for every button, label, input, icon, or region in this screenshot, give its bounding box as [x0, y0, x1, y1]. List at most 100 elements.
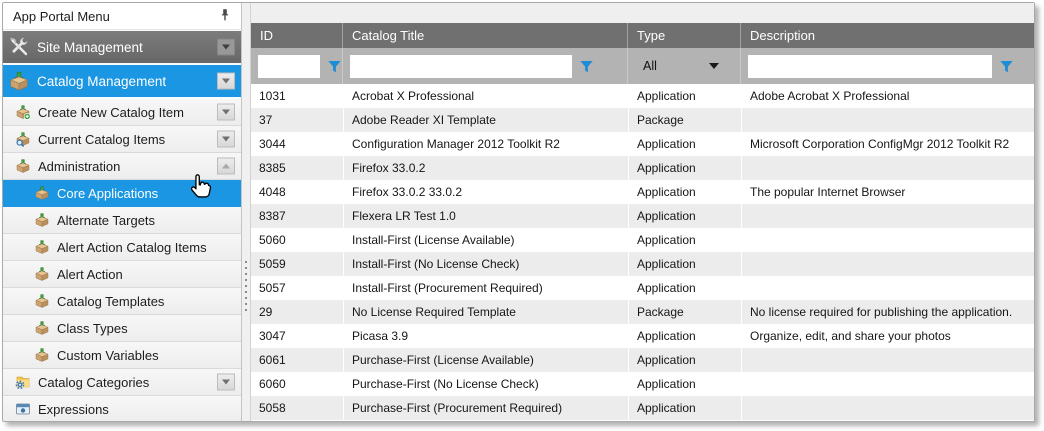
chevron-down-icon	[222, 380, 230, 389]
filter-input-id[interactable]	[258, 55, 320, 78]
cell-id: 29	[251, 300, 343, 324]
table-row[interactable]: 5059Install-First (No License Check)Appl…	[251, 252, 1034, 276]
sidebar-item-label: Catalog Templates	[57, 294, 164, 309]
column-header-type[interactable]: Type	[628, 23, 741, 48]
cell-description	[741, 228, 1034, 252]
sidebar-item-current-catalog-items[interactable]: Current Catalog Items	[3, 126, 241, 153]
box-icon	[34, 239, 50, 255]
sidebar-tree: Site Management Catalog Management Creat…	[3, 31, 241, 421]
cell-description: Microsoft Corporation ConfigMgr 2012 Too…	[741, 132, 1034, 156]
sidebar-item-alert-action-catalog-items[interactable]: Alert Action Catalog Items	[3, 234, 241, 261]
table-row[interactable]: 8385Firefox 33.0.2Application	[251, 156, 1034, 180]
filter-cell-id	[251, 48, 343, 84]
sidebar-item-label: Catalog Categories	[38, 375, 149, 390]
sidebar-item-label: Custom Variables	[57, 348, 159, 363]
cell-id: 5060	[251, 228, 343, 252]
app-portal-window: App Portal Menu Site Management Catalog …	[2, 2, 1035, 422]
expand-button[interactable]	[217, 104, 235, 121]
filter-input-title[interactable]	[350, 55, 572, 78]
cell-type: Application	[628, 84, 741, 108]
cell-description: No license required for publishing the a…	[741, 300, 1034, 324]
filter-cell-type: All	[628, 48, 741, 84]
cell-title: Install-First (No License Check)	[343, 252, 628, 276]
sidebar-item-label: Expressions	[38, 402, 109, 417]
filter-cell-description	[741, 48, 1034, 84]
cell-description: The popular Internet Browser	[741, 180, 1034, 204]
sidebar-item-class-types[interactable]: Class Types	[3, 315, 241, 342]
catalog-box-icon	[8, 70, 30, 92]
window-icon	[15, 401, 31, 417]
table-row[interactable]: 5058Purchase-First (Procurement Required…	[251, 396, 1034, 420]
sidebar-item-label: Alternate Targets	[57, 213, 155, 228]
table-row[interactable]: 1031Acrobat X ProfessionalApplicationAdo…	[251, 84, 1034, 108]
tools-icon	[8, 36, 30, 58]
cell-id: 1031	[251, 84, 343, 108]
column-header-title[interactable]: Catalog Title	[343, 23, 628, 48]
cell-id: 8385	[251, 156, 343, 180]
type-filter-value: All	[643, 59, 657, 73]
cell-description: Organize, edit, and share your photos	[741, 324, 1034, 348]
box-icon	[34, 185, 50, 201]
pin-icon[interactable]	[218, 8, 232, 25]
sidebar-item-alert-action[interactable]: Alert Action	[3, 261, 241, 288]
chevron-down-icon	[222, 79, 230, 88]
table-row[interactable]: 29No License Required TemplatePackageNo …	[251, 300, 1034, 324]
sidebar-item-expressions[interactable]: Expressions	[3, 396, 241, 422]
filter-funnel-button-title[interactable]	[579, 59, 594, 74]
cell-title: Purchase-First (License Available)	[343, 348, 628, 372]
table-row[interactable]: 3047Picasa 3.9ApplicationOrganize, edit,…	[251, 324, 1034, 348]
sidebar-item-catalog-categories[interactable]: Catalog Categories	[3, 369, 241, 396]
table-row[interactable]: 37Adobe Reader XI TemplatePackage	[251, 108, 1034, 132]
sidebar-item-label: Administration	[38, 159, 120, 174]
table-row[interactable]: 5057Install-First (Procurement Required)…	[251, 276, 1034, 300]
table-row[interactable]: 4048Firefox 33.0.2 33.0.2ApplicationThe …	[251, 180, 1034, 204]
sidebar-item-core-applications[interactable]: Core Applications	[3, 180, 241, 207]
sidebar-item-alternate-targets[interactable]: Alternate Targets	[3, 207, 241, 234]
sidebar-header: App Portal Menu	[3, 3, 241, 30]
table-row[interactable]: 5060Install-First (License Available)App…	[251, 228, 1034, 252]
sidebar-splitter[interactable]	[241, 3, 250, 421]
cell-type: Application	[628, 276, 741, 300]
type-filter-dropdown[interactable]: All	[635, 55, 727, 78]
expand-button[interactable]	[217, 39, 235, 56]
cell-type: Application	[628, 252, 741, 276]
table-row[interactable]: 6060Purchase-First (No License Check)App…	[251, 372, 1034, 396]
sidebar-item-create-new-catalog-item[interactable]: Create New Catalog Item	[3, 99, 241, 126]
collapse-button[interactable]	[217, 158, 235, 175]
cell-description	[741, 252, 1034, 276]
sidebar-item-label: Core Applications	[57, 186, 158, 201]
sidebar-item-site-management[interactable]: Site Management	[3, 31, 241, 63]
cell-title: Configuration Manager 2012 Toolkit R2	[343, 132, 628, 156]
sidebar-item-custom-variables[interactable]: Custom Variables	[3, 342, 241, 369]
table-row[interactable]: 3044Configuration Manager 2012 Toolkit R…	[251, 132, 1034, 156]
table-row[interactable]: 8387Flexera LR Test 1.0Application	[251, 204, 1034, 228]
expand-button[interactable]	[217, 374, 235, 391]
filter-funnel-button-id[interactable]	[327, 59, 342, 74]
cell-type: Application	[628, 372, 741, 396]
expand-button[interactable]	[217, 73, 235, 90]
sidebar-item-catalog-templates[interactable]: Catalog Templates	[3, 288, 241, 315]
cell-type: Application	[628, 348, 741, 372]
column-header-id[interactable]: ID	[251, 23, 343, 48]
cell-id: 37	[251, 108, 343, 132]
box-icon	[15, 158, 31, 174]
grid-filter-row: All	[251, 48, 1034, 84]
column-header-description[interactable]: Description	[741, 23, 1034, 48]
grid-rows: 1031Acrobat X ProfessionalApplicationAdo…	[251, 84, 1034, 420]
box-icon	[34, 347, 50, 363]
box-icon	[34, 293, 50, 309]
grid-header-row: IDCatalog TitleTypeDescription	[251, 23, 1034, 48]
cell-title: Purchase-First (Procurement Required)	[343, 396, 628, 420]
sidebar-item-administration[interactable]: Administration	[3, 153, 241, 180]
cell-description	[741, 156, 1034, 180]
filter-funnel-button-description[interactable]	[999, 59, 1014, 74]
sidebar-item-label: Alert Action	[57, 267, 123, 282]
chevron-down-icon	[222, 45, 230, 54]
filter-input-description[interactable]	[748, 55, 992, 78]
expand-button[interactable]	[217, 131, 235, 148]
sidebar-item-catalog-management[interactable]: Catalog Management	[3, 65, 241, 97]
filter-cell-title	[343, 48, 628, 84]
table-row[interactable]: 6061Purchase-First (License Available)Ap…	[251, 348, 1034, 372]
cell-description	[741, 372, 1034, 396]
cell-id: 5057	[251, 276, 343, 300]
